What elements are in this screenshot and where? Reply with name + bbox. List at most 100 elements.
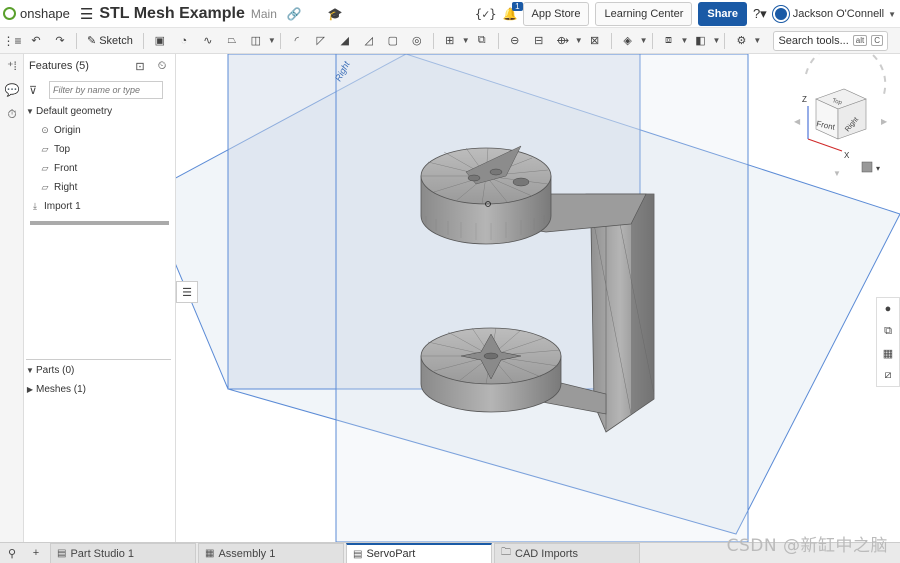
settings-gear-icon[interactable]: ⚙: [731, 31, 751, 51]
collapse-panel-button[interactable]: ☰: [176, 281, 198, 303]
view-cube[interactable]: Top Front Right Z X ▶ ◀ ▼: [794, 54, 888, 178]
redo-icon[interactable]: ↷: [50, 31, 70, 51]
shell-icon[interactable]: ▢: [383, 31, 403, 51]
toolbar-divider: [497, 32, 499, 49]
draft-icon[interactable]: ◢: [335, 31, 355, 51]
tab-label: CAD Imports: [515, 547, 578, 560]
tree-item-right[interactable]: ▱ Right: [24, 178, 175, 197]
sketch-button[interactable]: ✎ Sketch: [83, 31, 137, 51]
view-options-icon: [861, 161, 873, 173]
meshes-label: Meshes (1): [36, 384, 87, 395]
tab-servopart[interactable]: ▤ ServoPart: [346, 543, 492, 563]
boolean-icon[interactable]: ⊖: [505, 31, 525, 51]
fillet-icon[interactable]: ◜: [287, 31, 307, 51]
mate-connector-icon[interactable]: ⁺⁞: [0, 54, 24, 78]
filter-icon[interactable]: ⊽: [29, 84, 49, 97]
search-tools-label: Search tools...: [778, 34, 849, 47]
default-geometry-label: Default geometry: [36, 106, 113, 117]
sketch-label: Sketch: [99, 34, 133, 47]
plane-icon: ▱: [41, 163, 49, 173]
chevron-down-icon[interactable]: ▼: [462, 36, 470, 45]
rib-icon[interactable]: ◿: [359, 31, 379, 51]
mirror-icon[interactable]: ⧉: [472, 31, 492, 51]
svg-text:◀: ◀: [794, 117, 801, 126]
sheet-metal-icon[interactable]: ⧈: [659, 31, 679, 51]
add-tab-icon[interactable]: +: [24, 543, 48, 563]
tree-item-origin[interactable]: ⊙ Origin: [24, 121, 175, 140]
custom-features-icon[interactable]: ⧄: [877, 364, 899, 386]
pattern-icon[interactable]: ⊞: [440, 31, 460, 51]
toolbar-divider: [279, 32, 281, 49]
rollback-bar[interactable]: [30, 221, 169, 225]
graduation-cap-icon[interactable]: 🎓: [328, 7, 343, 21]
chamfer-icon[interactable]: ◸: [311, 31, 331, 51]
document-title[interactable]: STL Mesh Example: [99, 5, 245, 23]
tab-cad-imports[interactable]: 🗀 CAD Imports: [494, 543, 640, 563]
onshape-logo[interactable]: onshape: [3, 6, 70, 21]
history-icon[interactable]: ⏱: [0, 102, 24, 126]
user-menu[interactable]: Jackson O'Connell ▼: [772, 6, 896, 22]
tree-item-front[interactable]: ▱ Front: [24, 159, 175, 178]
chevron-down-icon[interactable]: ▼: [268, 36, 276, 45]
meshes-row[interactable]: ▶ Meshes (1): [24, 380, 176, 399]
tab-part-studio-1[interactable]: ▤ Part Studio 1: [50, 543, 196, 563]
toolbar-divider: [76, 32, 77, 49]
link-icon[interactable]: 🔗: [287, 7, 302, 21]
add-folder-icon[interactable]: ⊡: [131, 60, 149, 73]
filter-input[interactable]: [49, 81, 163, 99]
right-plane: [335, 54, 749, 542]
panel-divider[interactable]: [26, 359, 171, 360]
branch-label[interactable]: Main: [251, 7, 277, 21]
chevron-down-icon[interactable]: ▼: [24, 366, 36, 375]
chevron-down-icon[interactable]: ▼: [681, 36, 689, 45]
watermark: CSDN @新缸中之脑: [726, 536, 888, 556]
appearance-icon[interactable]: ●: [877, 298, 899, 320]
chevron-down-icon[interactable]: ▼: [640, 36, 648, 45]
feature-list-toggle-icon[interactable]: ⋮≡: [0, 34, 24, 48]
plane-icon: ▱: [41, 182, 49, 192]
tab-label: ServoPart: [366, 548, 416, 560]
sweep-icon[interactable]: ∿: [198, 31, 218, 51]
surface-icon[interactable]: ◧: [690, 31, 710, 51]
delete-part-icon[interactable]: ⊠: [585, 31, 605, 51]
plane-icon[interactable]: ◈: [618, 31, 638, 51]
chevron-down-icon[interactable]: ▼: [753, 36, 761, 45]
tree-item-import[interactable]: ⤓ Import 1: [24, 197, 175, 216]
chevron-down-icon[interactable]: ▼: [575, 36, 583, 45]
tree-item-label: Import 1: [44, 201, 81, 212]
transform-icon[interactable]: ⟴: [553, 31, 573, 51]
undo-icon[interactable]: ↶: [26, 31, 46, 51]
folder-icon: 🗀: [501, 547, 511, 558]
rollback-timer-icon[interactable]: ⏲: [153, 60, 171, 73]
graphics-viewport[interactable]: Right Top Front Right Z X ▶ ◀ ▼ ▾ ● ⧉ ▦ …: [176, 54, 900, 542]
revolve-icon[interactable]: ◔: [174, 31, 194, 51]
tab-label: Assembly 1: [218, 547, 276, 560]
hole-icon[interactable]: ◎: [407, 31, 427, 51]
default-geometry-row[interactable]: ▼ Default geometry: [24, 102, 175, 121]
notifications-button[interactable]: 🔔 1: [503, 2, 523, 21]
share-button[interactable]: Share: [698, 2, 747, 26]
bill-of-materials-icon[interactable]: ⧉: [877, 320, 899, 342]
feature-toolbar: ⋮≡ ↶ ↷ ✎ Sketch ▣ ◔ ∿ ⏢ ◫ ▼ ◜ ◸ ◢ ◿ ▢ ◎ …: [0, 28, 900, 54]
variables-icon[interactable]: {✓}: [475, 7, 497, 21]
comments-icon[interactable]: 💬: [0, 78, 24, 102]
variables-table-icon[interactable]: ▦: [877, 342, 899, 364]
help-icon[interactable]: ?▾: [753, 6, 767, 22]
loft-icon[interactable]: ⏢: [222, 31, 242, 51]
tab-label: Part Studio 1: [70, 547, 135, 560]
thicken-icon[interactable]: ◫: [246, 31, 266, 51]
split-icon[interactable]: ⊟: [529, 31, 549, 51]
learning-center-button[interactable]: Learning Center: [595, 2, 693, 26]
parts-row[interactable]: ▼ Parts (0): [24, 361, 176, 380]
menu-icon[interactable]: ☰: [80, 5, 93, 23]
chevron-down-icon[interactable]: ▼: [712, 36, 720, 45]
extrude-icon[interactable]: ▣: [150, 31, 170, 51]
search-tabs-icon[interactable]: ⚲: [0, 543, 24, 563]
tab-assembly-1[interactable]: ▦ Assembly 1: [198, 543, 344, 563]
brand-name: onshape: [20, 6, 70, 21]
app-store-button[interactable]: App Store: [522, 2, 590, 26]
chevron-right-icon[interactable]: ▶: [24, 385, 36, 394]
search-tools-button[interactable]: Search tools... alt C: [773, 30, 888, 51]
tree-item-top[interactable]: ▱ Top: [24, 140, 175, 159]
chevron-down-icon[interactable]: ▼: [24, 107, 36, 116]
